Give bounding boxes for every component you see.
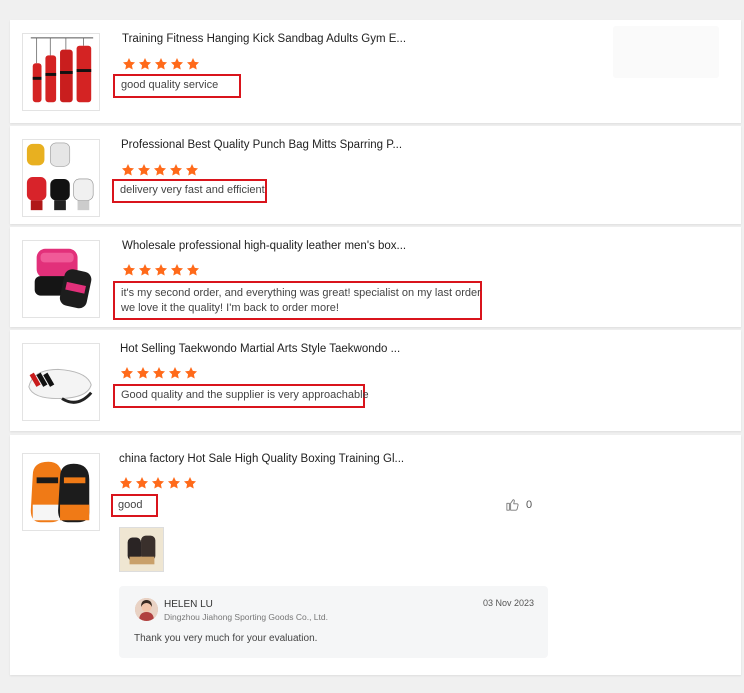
review-text: good quality service (113, 74, 241, 98)
star-icon (154, 264, 168, 276)
rating-stars (122, 57, 200, 72)
product-title[interactable]: Professional Best Quality Punch Bag Mitt… (121, 139, 402, 151)
avatar (135, 598, 158, 621)
rating-stars (120, 366, 198, 381)
star-icon (167, 477, 181, 489)
customer-photo-gloves (120, 528, 163, 571)
reply-company-name: Dingzhou Jiahong Sporting Goods Co., Ltd… (164, 612, 328, 622)
star-icon (168, 367, 182, 379)
star-icon (153, 164, 167, 176)
boxing-gloves-image (30, 461, 90, 523)
product-thumbnail-pink-glove[interactable] (22, 240, 100, 318)
review-card: Training Fitness Hanging Kick Sandbag Ad… (10, 20, 741, 123)
star-icon (169, 164, 183, 176)
product-thumbnail-boxing-gloves[interactable] (22, 453, 100, 531)
product-thumbnail-gloves-set[interactable] (22, 139, 100, 217)
product-title[interactable]: Training Fitness Hanging Kick Sandbag Ad… (122, 33, 406, 45)
star-icon (120, 367, 134, 379)
review-card: china factory Hot Sale High Quality Boxi… (10, 435, 741, 675)
product-thumbnail-punching-bags[interactable] (22, 33, 100, 111)
mma-gloves-image (26, 142, 94, 211)
product-title[interactable]: china factory Hot Sale High Quality Boxi… (119, 453, 404, 465)
rating-stars (122, 263, 200, 278)
pink-mma-glove-image (34, 248, 92, 309)
supplier-reply: HELEN LU Dingzhou Jiahong Sporting Goods… (119, 586, 548, 658)
star-icon (170, 58, 184, 70)
review-text: good (111, 494, 158, 517)
star-icon (183, 477, 197, 489)
reply-author-name: HELEN LU (164, 599, 213, 610)
star-icon (136, 367, 150, 379)
product-title[interactable]: Wholesale professional high-quality leat… (122, 240, 406, 252)
like-count: 0 (526, 498, 533, 511)
star-icon (186, 264, 200, 276)
rating-stars (119, 476, 197, 491)
star-icon (138, 264, 152, 276)
star-icon (185, 164, 199, 176)
review-text-line: it's my second order, and everything was… (121, 287, 481, 299)
star-icon (154, 58, 168, 70)
review-card: Wholesale professional high-quality leat… (10, 227, 741, 327)
reply-text: Thank you very much for your evaluation. (134, 633, 318, 644)
review-text: Good quality and the supplier is very ap… (113, 384, 369, 408)
avatar-image (135, 598, 158, 621)
review-text: delivery very fast and efficient (112, 179, 267, 203)
star-icon (137, 164, 151, 176)
star-icon (170, 264, 184, 276)
review-photo-thumbnail[interactable] (119, 527, 164, 572)
kick-pad-image (28, 368, 93, 404)
thumbs-up-icon[interactable] (505, 497, 520, 512)
review-card: Professional Best Quality Punch Bag Mitt… (10, 126, 741, 224)
star-icon (186, 58, 200, 70)
review-text: it's my second order, and everything was… (113, 281, 482, 320)
review-card: Hot Selling Taekwondo Martial Arts Style… (10, 330, 741, 431)
product-thumbnail-kick-pad[interactable] (22, 343, 100, 421)
faded-overlay (613, 26, 719, 78)
review-text-line: we love it the quality! I'm back to orde… (121, 302, 339, 314)
rating-stars (121, 163, 199, 178)
like-button[interactable]: 0 (505, 497, 532, 512)
product-title[interactable]: Hot Selling Taekwondo Martial Arts Style… (120, 343, 400, 355)
star-icon (135, 477, 149, 489)
star-icon (119, 477, 133, 489)
punching-bag-image (30, 37, 94, 103)
star-icon (138, 58, 152, 70)
star-icon (122, 264, 136, 276)
star-icon (152, 367, 166, 379)
star-icon (151, 477, 165, 489)
star-icon (184, 367, 198, 379)
reply-date: 03 Nov 2023 (482, 598, 534, 608)
star-icon (121, 164, 135, 176)
star-icon (122, 58, 136, 70)
